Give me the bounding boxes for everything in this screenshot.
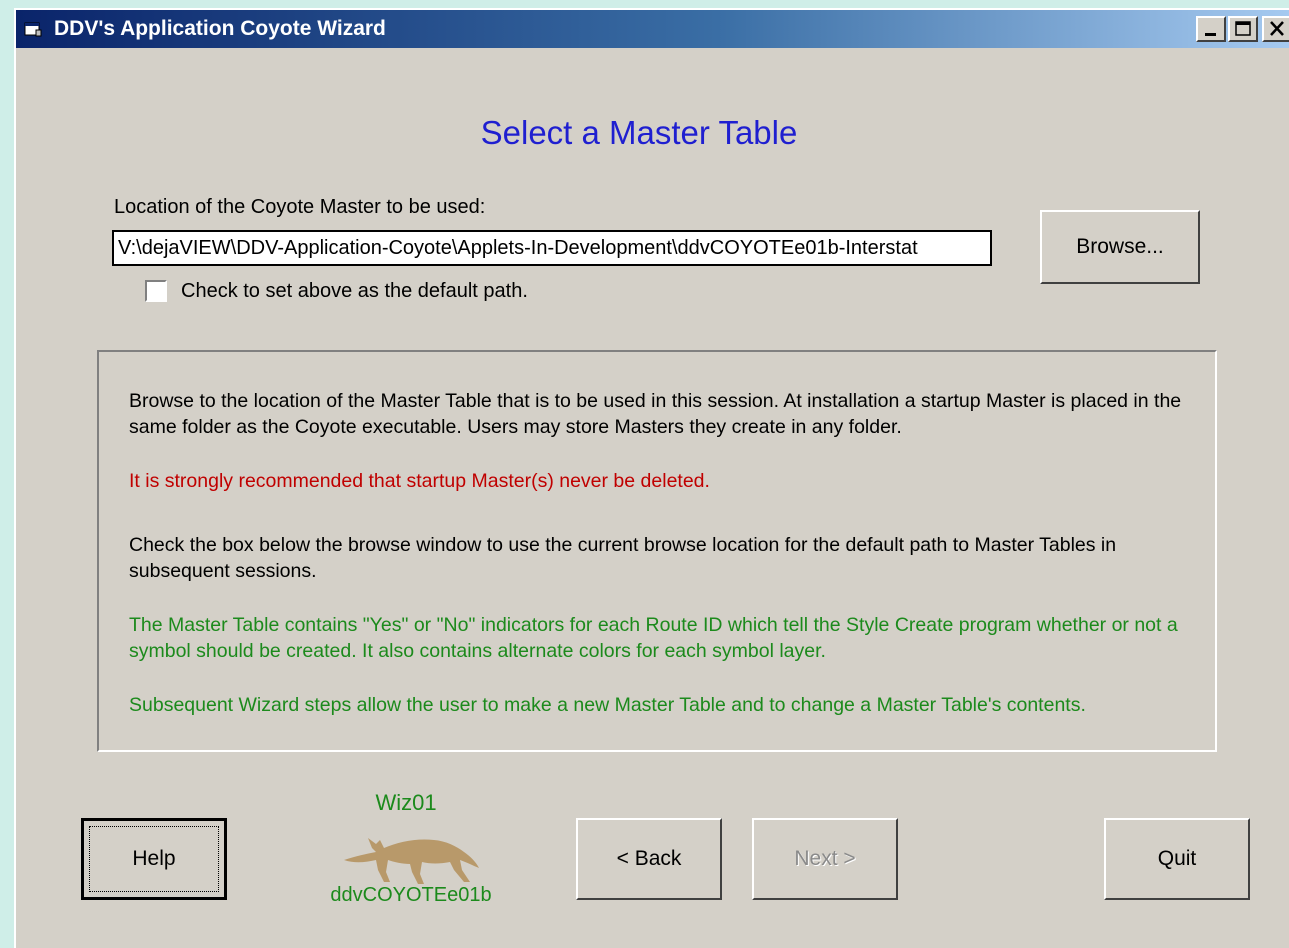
close-button[interactable]	[1262, 16, 1289, 42]
minimize-icon	[1205, 33, 1216, 36]
quit-button-label: Quit	[1157, 847, 1197, 870]
focus-rectangle	[89, 826, 219, 892]
info-paragraph-warning: It is strongly recommended that startup …	[129, 470, 710, 492]
minimize-button[interactable]	[1196, 16, 1226, 42]
info-paragraph-master-table: The Master Table contains "Yes" or "No" …	[129, 614, 1178, 662]
wizard-step-label: Wiz01	[375, 790, 437, 815]
maximize-button[interactable]	[1228, 16, 1258, 42]
browse-button-label: Browse...	[1076, 235, 1164, 258]
browse-button[interactable]: Browse...	[1040, 210, 1200, 284]
maximize-icon	[1235, 21, 1251, 36]
wizard-window: DDV's Application Coyote Wizard Select a…	[14, 8, 1289, 948]
next-button-label: Next >	[794, 847, 856, 870]
info-paragraph-checkbox: Check the box below the browse window to…	[129, 534, 1117, 582]
page-title: Select a Master Table	[480, 114, 798, 151]
help-button[interactable]: Help	[81, 818, 227, 900]
title-bar[interactable]: DDV's Application Coyote Wizard	[16, 10, 1289, 48]
quit-button[interactable]: Quit	[1104, 818, 1250, 900]
back-button-label: < Back	[616, 847, 682, 870]
default-path-checkbox-label[interactable]: Check to set above as the default path.	[181, 280, 528, 303]
master-path-input[interactable]: V:\dejaVIEW\DDV-Application-Coyote\Apple…	[112, 230, 992, 266]
coyote-icon	[344, 838, 479, 884]
back-button[interactable]: < Back	[576, 818, 722, 900]
info-panel: Browse to the location of the Master Tab…	[97, 350, 1217, 752]
default-path-checkbox[interactable]	[145, 280, 167, 302]
info-paragraph-browse: Browse to the location of the Master Tab…	[129, 390, 1182, 438]
next-button[interactable]: Next >	[752, 818, 898, 900]
info-paragraph-wizard-steps: Subsequent Wizard steps allow the user t…	[129, 694, 1086, 716]
applet-name-label: ddvCOYOTEe01b	[330, 884, 492, 906]
window-title: DDV's Application Coyote Wizard	[54, 17, 386, 40]
location-label: Location of the Coyote Master to be used…	[114, 196, 486, 218]
app-window-icon	[24, 21, 42, 37]
close-icon	[1270, 21, 1284, 36]
